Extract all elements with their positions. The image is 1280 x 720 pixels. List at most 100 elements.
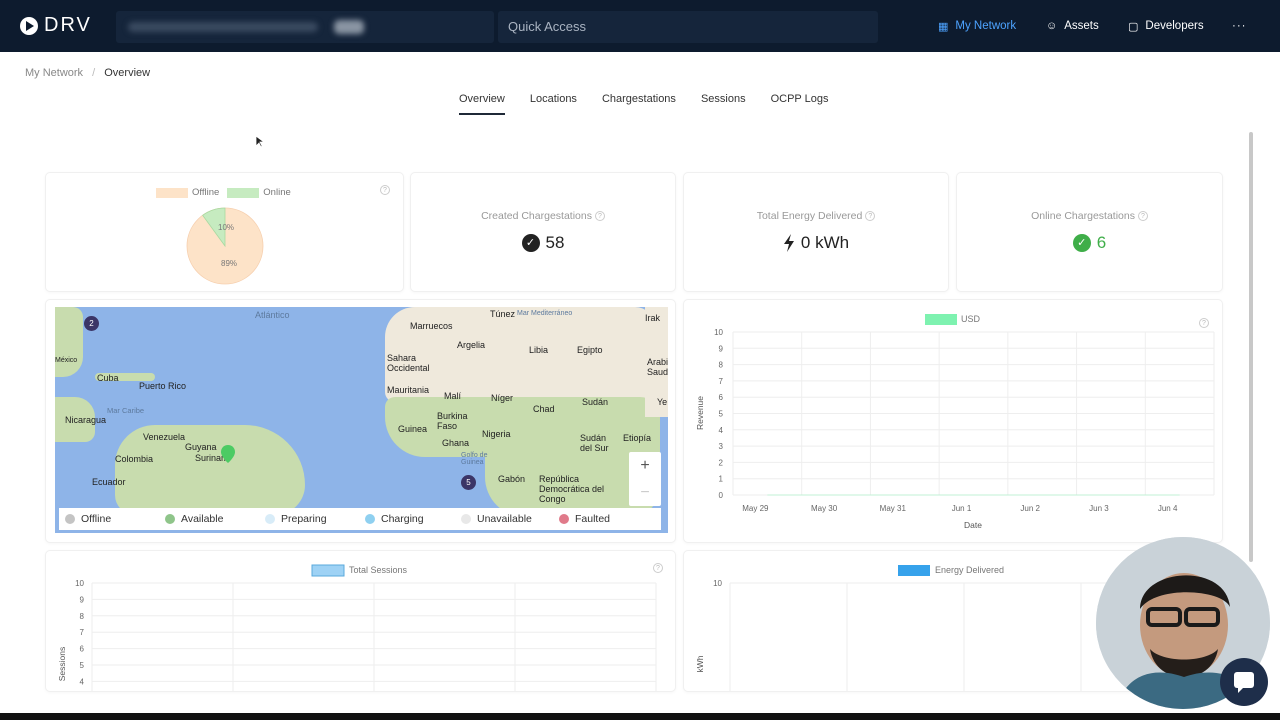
y-tick-label: 8 [719, 361, 724, 370]
tab-ocpp-logs[interactable]: OCPP Logs [771, 93, 829, 115]
revenue-grid [732, 331, 1215, 496]
stat-value: ✓ 6 [957, 233, 1222, 253]
charging-dot [365, 514, 375, 524]
map-label: Guyana [185, 442, 217, 452]
edrv-logo[interactable]: DRV [20, 14, 92, 37]
nav-developers[interactable]: ▢ Developers [1128, 0, 1204, 52]
map-label: Mar Caribe [107, 406, 145, 415]
map-label: Colombia [115, 454, 154, 464]
map-label: Etiopía [623, 433, 652, 443]
map-label: Arabia Saudí [647, 357, 668, 377]
online-chargestations-card: Online Chargestations ? ✓ 6 [957, 173, 1222, 291]
chat-icon [1234, 672, 1254, 693]
breadcrumb-root[interactable]: My Network [25, 67, 83, 79]
check-circle-icon: ✓ [521, 234, 540, 252]
map-label: Burkina Faso [437, 411, 468, 431]
legend-swatch-energy [898, 565, 930, 576]
created-count: 58 [545, 233, 565, 252]
nav-label: Assets [1064, 20, 1099, 32]
legend-preparing[interactable]: Preparing [265, 513, 365, 525]
tab-locations[interactable]: Locations [530, 93, 577, 115]
map-label: Mauritania [387, 385, 430, 395]
map-label: Nigeria [482, 429, 511, 439]
legend-label-energy: Energy Delivered [935, 565, 1004, 575]
sessions-y-axis-label: Sessions [57, 647, 67, 682]
map-label: Túnez [490, 309, 516, 319]
map-cluster-marker[interactable]: 5 [461, 475, 476, 490]
tab-overview[interactable]: Overview [459, 93, 505, 115]
more-menu-button[interactable]: ··· [1232, 0, 1247, 52]
help-icon[interactable]: ? [594, 211, 605, 222]
page-scrollbar[interactable] [1249, 132, 1253, 562]
offline-dot [65, 514, 75, 524]
x-tick-label: Jun 2 [1020, 504, 1040, 513]
online-count: 6 [1096, 233, 1107, 252]
nav-label: Developers [1145, 20, 1204, 32]
lightning-icon [783, 234, 794, 252]
top-navbar: DRV Quick Access ▦ My Network ☺ Assets ▢… [0, 0, 1280, 52]
pie-label-online: 10% [218, 223, 234, 232]
map-pin-icon[interactable] [221, 445, 235, 463]
stat-label: Total Energy Delivered ? [684, 210, 948, 222]
revenue-x-axis-label: Date [964, 520, 982, 530]
available-dot [165, 514, 175, 524]
x-tick-label: May 31 [880, 504, 907, 513]
quick-access-input[interactable]: Quick Access [498, 11, 878, 43]
sessions-chart-card: ? Total Sessions 10 9 8 7 6 5 4 Sessions [46, 551, 675, 691]
legend-available[interactable]: Available [165, 513, 265, 525]
legend-unavailable[interactable]: Unavailable [461, 513, 559, 525]
sessions-chart: Total Sessions 10 9 8 7 6 5 4 Sessions [57, 564, 657, 691]
tab-sessions[interactable]: Sessions [701, 93, 746, 115]
organization-selector[interactable] [116, 11, 494, 43]
zoom-out-button[interactable]: − [629, 479, 661, 506]
y-tick-label: 10 [713, 579, 722, 588]
sessions-grid [91, 582, 657, 691]
overview-tabs: Overview Locations Chargestations Sessio… [459, 93, 828, 115]
y-tick-label: 3 [719, 442, 724, 451]
pie-label-offline: 89% [221, 259, 237, 268]
zoom-in-button[interactable]: + [629, 452, 661, 479]
map-label: Venezuela [143, 432, 186, 442]
y-tick-label: 7 [719, 377, 724, 386]
y-tick-label: 10 [75, 579, 84, 588]
map-label: Sudán del Sur [580, 433, 609, 453]
map-label: Atlántico [255, 310, 290, 320]
help-icon[interactable]: ? [1137, 211, 1148, 222]
y-tick-label: 4 [719, 426, 724, 435]
stat-value: 0 kWh [684, 233, 948, 253]
map-label: Ye [657, 397, 668, 407]
help-icon[interactable]: ? [380, 185, 390, 195]
stat-label: Online Chargestations ? [957, 210, 1222, 222]
legend-offline[interactable]: Offline [192, 187, 219, 198]
network-icon: ▦ [938, 20, 949, 33]
chat-widget-button[interactable] [1220, 658, 1268, 706]
status-pie-chart: 10% 89% [186, 207, 264, 285]
bottom-edge [0, 713, 1280, 720]
revenue-y-ticks: 0 1 2 3 4 5 6 7 8 9 10 [714, 328, 723, 500]
nav-assets[interactable]: ☺ Assets [1046, 0, 1099, 52]
mouse-cursor-icon [255, 135, 265, 148]
map-label: Nicaragua [65, 415, 107, 425]
chargestation-map[interactable]: Atlántico Marruecos Túnez Mar Mediterrán… [55, 307, 668, 533]
map-label: Golfo de Guinea [461, 452, 488, 466]
stat-label: Created Chargestations ? [411, 210, 675, 222]
legend-charging[interactable]: Charging [365, 513, 461, 525]
tab-chargestations[interactable]: Chargestations [602, 93, 676, 115]
legend-online[interactable]: Online [263, 187, 290, 198]
map-label: Níger [491, 393, 514, 403]
blurred-org-name [128, 22, 318, 32]
help-icon[interactable]: ? [865, 211, 876, 222]
y-tick-label: 8 [80, 612, 85, 621]
breadcrumb-current: Overview [104, 67, 151, 79]
x-tick-label: May 30 [811, 504, 838, 513]
map-label: Mar Mediterráneo [517, 310, 573, 317]
legend-faulted[interactable]: Faulted [559, 513, 649, 525]
logo-text: DRV [44, 14, 92, 36]
map-cluster-marker[interactable]: 2 [84, 316, 99, 331]
map-label: Guinea [398, 424, 428, 434]
map-label: Gabón [498, 474, 526, 484]
y-tick-label: 2 [719, 458, 724, 467]
logo-icon [20, 16, 38, 35]
nav-my-network[interactable]: ▦ My Network [938, 0, 1016, 52]
legend-offline[interactable]: Offline [65, 513, 165, 525]
